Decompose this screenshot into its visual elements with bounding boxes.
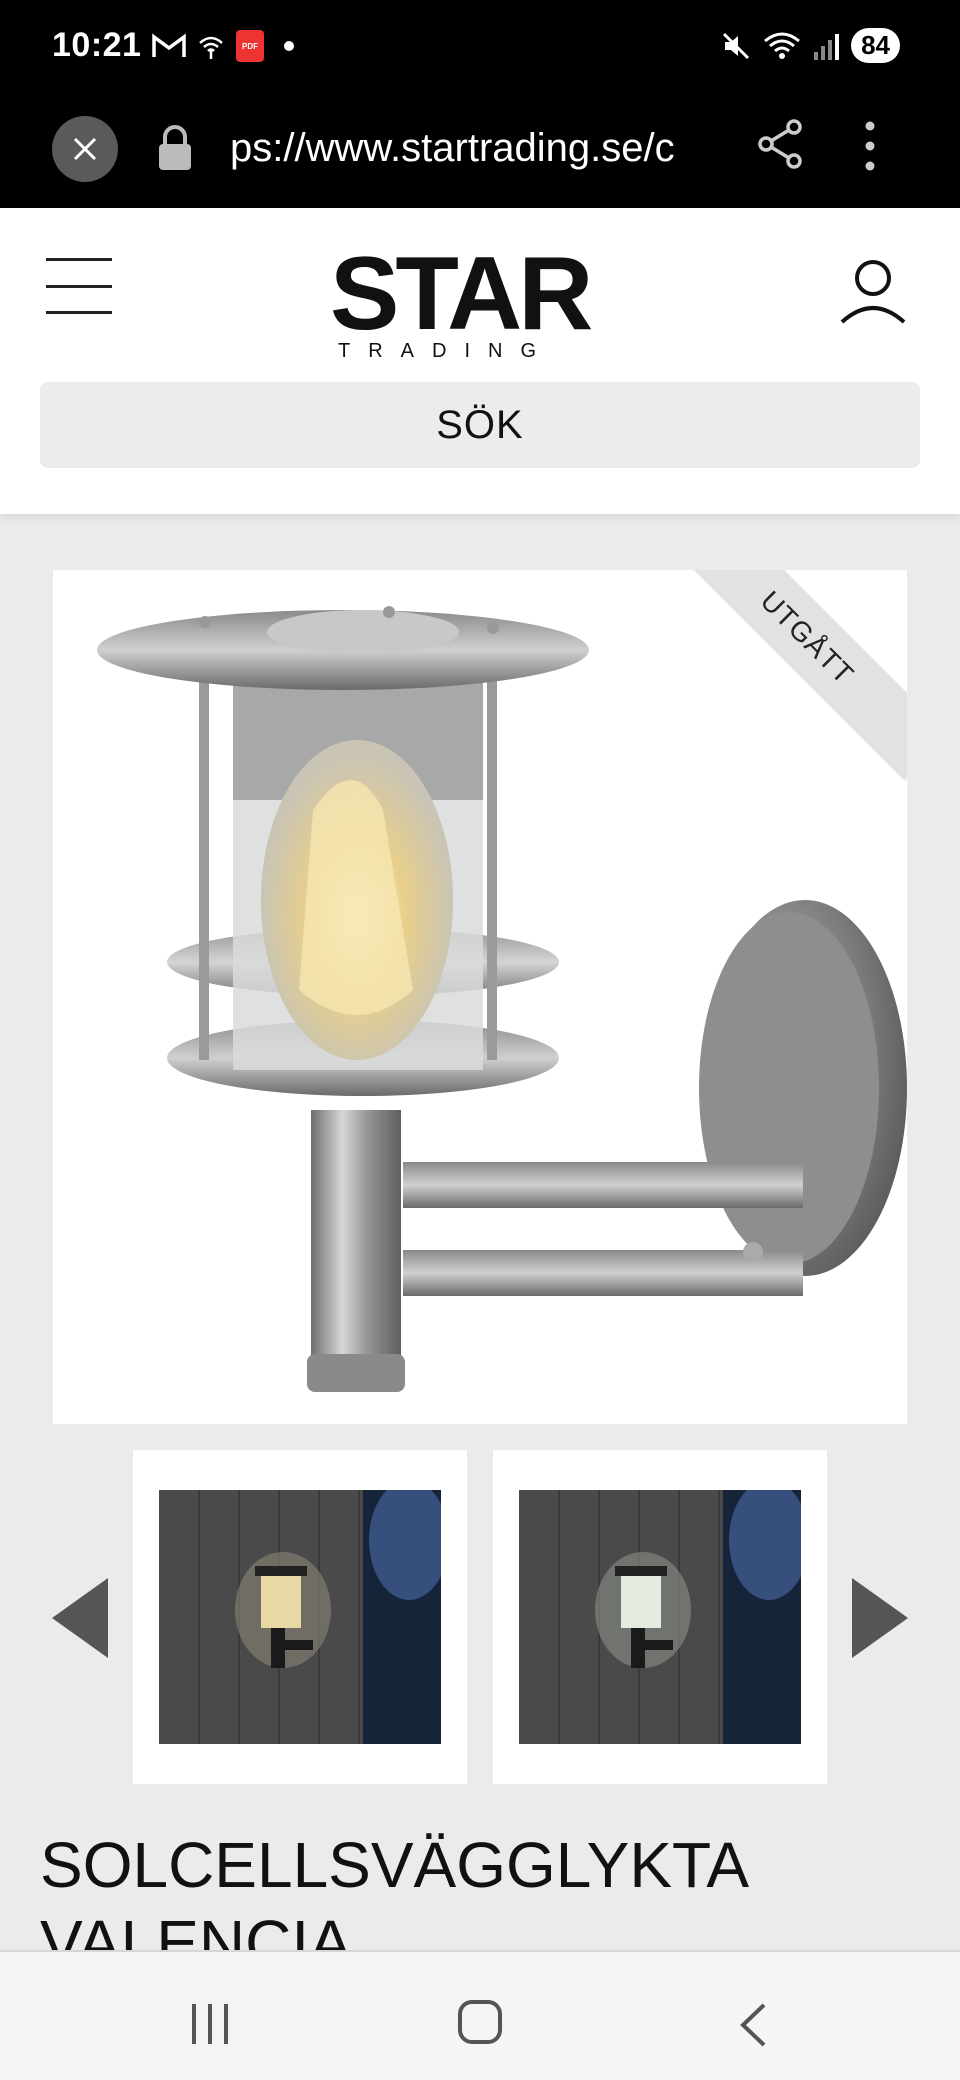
signal-icon: [813, 32, 840, 60]
pdf-icon: PDF: [236, 30, 264, 62]
product-main-image[interactable]: UTGÅTT: [53, 570, 907, 1424]
thumbnail-carousel: [0, 1450, 960, 1786]
hamburger-menu-icon[interactable]: [46, 258, 112, 314]
close-icon: [73, 137, 97, 161]
mute-icon: [721, 31, 751, 61]
home-icon[interactable]: [458, 2000, 502, 2044]
carousel-next-icon[interactable]: [852, 1578, 908, 1658]
system-icons: 84: [721, 28, 900, 63]
share-icon[interactable]: [756, 118, 804, 175]
more-options-icon[interactable]: [860, 116, 880, 181]
close-tab-button[interactable]: [52, 116, 118, 182]
lock-icon[interactable]: [156, 124, 194, 177]
url-field[interactable]: ps://www.startrading.se/c: [230, 126, 720, 171]
logo-main-text: STAR: [330, 236, 593, 352]
hotspot-icon: [196, 31, 226, 61]
system-nav-bar: [0, 1950, 960, 2080]
gmail-icon: [152, 33, 186, 59]
thumbnail-2[interactable]: [493, 1450, 827, 1784]
lantern-illustration: [97, 606, 907, 1392]
status-time: 10:21: [52, 26, 142, 64]
notification-icons: PDF: [152, 30, 294, 62]
recent-apps-icon[interactable]: [192, 2004, 228, 2044]
back-icon[interactable]: [738, 2002, 768, 2053]
thumbnail-image: [159, 1480, 449, 1744]
site-header: STAR TRADING SÖK: [0, 208, 960, 514]
thumbnail-1[interactable]: [133, 1450, 467, 1784]
wifi-icon: [763, 31, 801, 61]
search-button[interactable]: SÖK: [40, 382, 920, 468]
browser-toolbar: ps://www.startrading.se/c: [0, 96, 960, 208]
thumbnail-image: [519, 1480, 809, 1744]
more-notifications-icon: [284, 41, 294, 51]
status-bar: 10:21 PDF 84: [0, 0, 960, 96]
star-trading-logo[interactable]: STAR TRADING: [330, 236, 630, 364]
account-icon[interactable]: [838, 258, 908, 329]
carousel-prev-icon[interactable]: [52, 1578, 108, 1658]
battery-indicator: 84: [851, 28, 900, 63]
